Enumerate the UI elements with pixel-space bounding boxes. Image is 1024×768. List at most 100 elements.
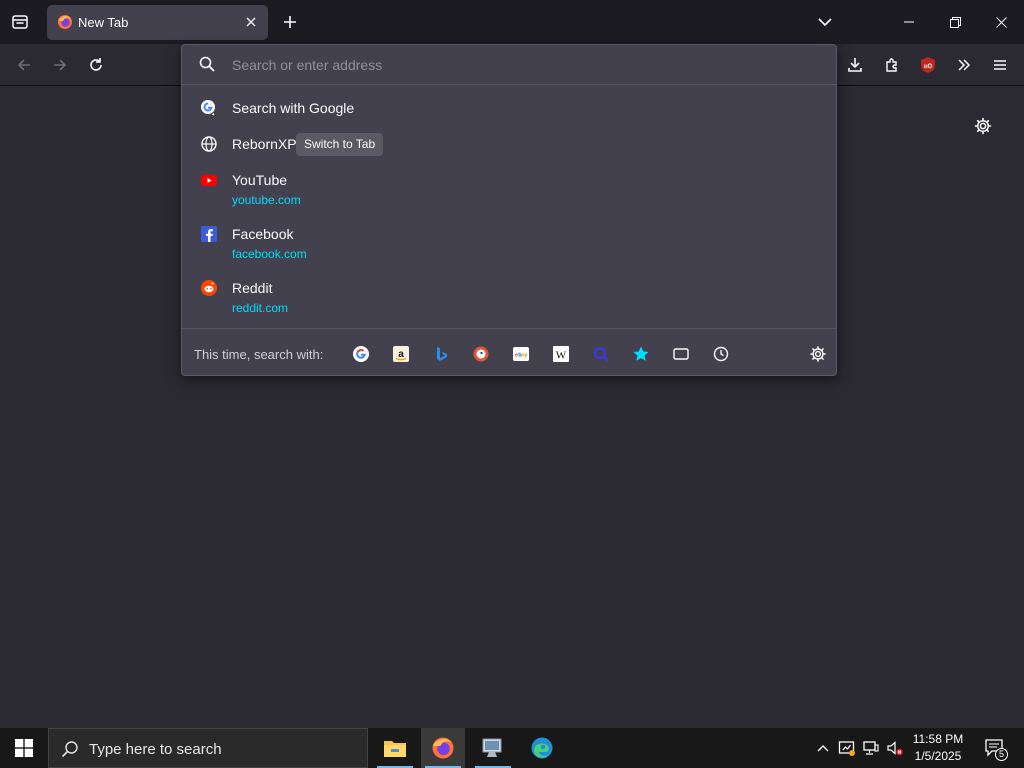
restore-button[interactable] [932,0,978,44]
notification-icon: 5 [984,737,1008,761]
result-facebook[interactable]: Facebook facebook.com [188,225,830,269]
taskbar-search-box[interactable]: Type here to search [48,728,368,768]
globe-icon [200,135,218,153]
youtube-icon [200,171,218,189]
result-title: YouTube [232,172,288,188]
search-tabs-button[interactable] [671,344,691,364]
bing-icon [432,345,450,363]
download-icon [847,57,863,73]
edge-icon [530,736,554,760]
result-youtube[interactable]: YouTube youtube.com [188,171,830,215]
firefox-icon [431,736,455,760]
tray-volume-button[interactable] [885,738,905,758]
search-icon [61,740,79,758]
facebook-icon [200,225,218,243]
puzzle-icon [884,57,900,73]
folder-icon [383,737,407,759]
engine-google-button[interactable] [351,344,371,364]
engine-wikipedia-button[interactable]: W [551,344,571,364]
gear-icon [809,345,827,363]
gear-icon [974,117,992,135]
firefox-icon [57,14,73,30]
star-icon [632,345,650,363]
urlbar [182,45,836,85]
minimize-icon [904,17,914,27]
edge-app[interactable] [520,728,564,768]
app-menu-button[interactable] [986,51,1014,79]
tab-strip: New Tab [0,0,1024,44]
tray-network-button[interactable] [861,738,881,758]
forward-button[interactable] [46,51,74,79]
engine-search-button[interactable] [591,344,611,364]
engine-amazon-button[interactable]: a [391,344,411,364]
result-rebornxp[interactable]: RebornXP [188,135,830,161]
list-all-tabs-button[interactable] [812,9,838,35]
clock-icon [712,345,730,363]
result-reddit[interactable]: Reddit reddit.com [188,279,830,323]
ublock-origin-button[interactable]: uO [914,51,942,79]
amazon-icon: a [392,345,410,363]
reddit-icon [200,279,218,297]
firefox-view-button[interactable] [6,8,34,36]
search-settings-button[interactable] [808,344,828,364]
result-search-google[interactable]: Search with Google [188,99,830,125]
start-button[interactable] [0,728,48,768]
engine-ebay-button[interactable]: ebay [511,344,531,364]
action-center-button[interactable]: 5 [983,736,1008,761]
back-button[interactable] [10,51,38,79]
clock-time: 11:58 PM [912,732,964,746]
clock-date: 1/5/2025 [914,749,962,763]
chevron-up-icon [817,744,829,752]
search-bookmarks-button[interactable] [631,344,651,364]
switch-to-tab-badge[interactable]: Switch to Tab [296,133,384,156]
result-url: reddit.com [232,301,289,315]
engine-bing-button[interactable] [431,344,451,364]
wikipedia-icon: W [552,345,570,363]
one-off-label: This time, search with: [194,347,324,362]
close-window-button[interactable] [978,0,1024,44]
restore-icon [949,16,961,28]
ebay-icon: ebay [512,345,530,363]
monitor-icon [481,737,505,759]
engine-duckduckgo-button[interactable] [471,344,491,364]
remote-desktop-app[interactable] [471,728,515,768]
search-icon [199,56,215,72]
plus-icon [283,15,297,29]
taskbar-clock[interactable]: 11:58 PM 1/5/2025 [905,731,971,765]
tab-new-tab[interactable]: New Tab [47,5,268,40]
new-tab-button[interactable] [278,9,302,35]
firefox-view-icon [11,13,29,31]
firefox-app[interactable] [421,728,465,768]
duckduckgo-icon [472,345,490,363]
extensions-button[interactable] [878,51,906,79]
google-icon [352,345,370,363]
result-title: RebornXP [232,136,297,152]
svg-text:a: a [398,349,404,360]
arrow-left-icon [16,57,32,73]
more-tools-button[interactable] [950,51,978,79]
chevrons-right-icon [956,57,972,73]
result-url: youtube.com [232,193,301,207]
windows-logo-icon [15,739,33,757]
result-url: facebook.com [232,247,307,261]
reload-icon [88,57,104,73]
svg-text:W: W [556,350,567,362]
address-input[interactable] [232,55,792,75]
close-icon [995,16,1007,28]
tray-security-button[interactable] [837,738,857,758]
show-hidden-icons-button[interactable] [813,738,833,758]
windows-taskbar: Type here to search 11:58 PM 1/5/2025 5 [0,728,1024,768]
ublock-origin-icon: uO [919,56,937,74]
svg-text:uO: uO [924,64,933,70]
tab-icon [672,345,690,363]
reload-button[interactable] [82,51,110,79]
downloads-button[interactable] [841,51,869,79]
new-tab-settings-button[interactable] [971,114,995,138]
tab-title: New Tab [78,15,129,30]
minimize-button[interactable] [886,0,932,44]
close-tab-icon[interactable] [242,13,260,31]
taskbar-search-placeholder: Type here to search [89,741,222,758]
file-explorer-app[interactable] [373,728,417,768]
search-history-button[interactable] [711,344,731,364]
notification-count-badge: 5 [995,748,1008,761]
